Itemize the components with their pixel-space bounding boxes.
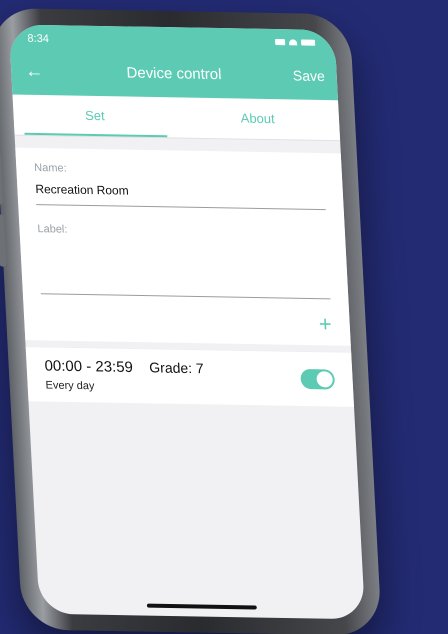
- device-form: Name: Recreation Room Label: +: [15, 147, 351, 346]
- home-indicator: [146, 603, 257, 610]
- schedule-row[interactable]: 00:00 - 23:59 Grade: 7 Every day: [25, 346, 355, 407]
- page-title: Device control: [126, 64, 222, 84]
- name-label: Name:: [33, 161, 67, 175]
- label-field[interactable]: [38, 243, 331, 300]
- battery-icon: [300, 39, 316, 46]
- schedule-repeat: Every day: [45, 379, 95, 393]
- top-bar: 8:34 ← Device control Save: [8, 24, 339, 101]
- phone-frame: 8:34 ← Device control Save Set About Nam…: [0, 8, 382, 634]
- save-button[interactable]: Save: [292, 67, 325, 84]
- tab-about[interactable]: About: [175, 97, 340, 140]
- schedule-toggle[interactable]: [300, 368, 336, 390]
- tab-bar: Set About: [12, 94, 341, 142]
- name-field[interactable]: Recreation Room: [35, 182, 326, 211]
- app-screen: 8:34 ← Device control Save Set About Nam…: [8, 24, 366, 620]
- status-icons: [274, 39, 316, 46]
- signal-icon: [274, 39, 286, 46]
- schedule-grade: Grade: 7: [148, 359, 205, 377]
- add-schedule-button[interactable]: +: [41, 306, 332, 337]
- label-label: Label:: [37, 223, 68, 236]
- phone-side-button: [0, 214, 7, 267]
- status-time: 8:34: [27, 32, 50, 46]
- stage: 8:34 ← Device control Save Set About Nam…: [0, 0, 448, 634]
- tab-set[interactable]: Set: [12, 95, 177, 138]
- wifi-icon: [288, 39, 298, 46]
- schedule-text: 00:00 - 23:59 Grade: 7 Every day: [44, 357, 301, 396]
- phone-side-button: [0, 152, 4, 205]
- schedule-time: 00:00 - 23:59: [44, 357, 134, 377]
